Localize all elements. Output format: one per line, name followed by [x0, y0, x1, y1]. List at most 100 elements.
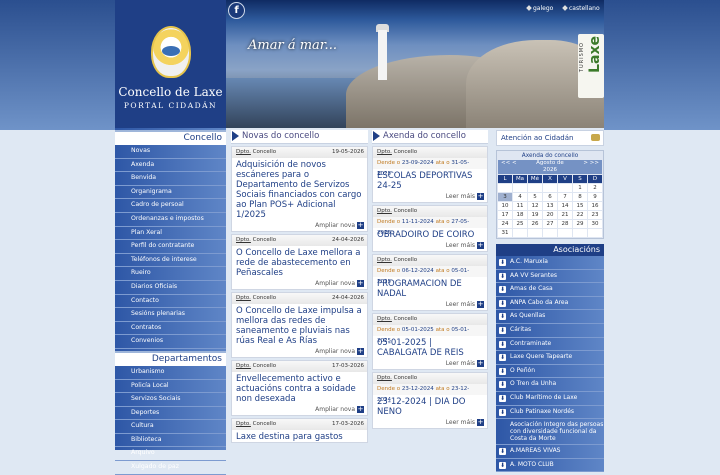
association-link[interactable]: ⬇ As Quenllas [496, 310, 604, 324]
leer-mais-button[interactable]: Leer máis + [373, 417, 487, 428]
news-title-link[interactable]: O Concello de Laxe impulsa a mellora das… [232, 304, 367, 346]
logo[interactable]: Concello de Laxe PORTAL CIDADÁN [115, 0, 226, 128]
nav-item-concello[interactable]: Contacto [115, 295, 226, 309]
nav-item-concello[interactable]: Perfil do contratante [115, 240, 226, 254]
ampliar-nova-button[interactable]: Ampliar nova + [232, 346, 367, 357]
association-link[interactable]: ⬇ Contraminate [496, 338, 604, 352]
facebook-icon[interactable]: f [228, 2, 245, 19]
agenda-date-range: Dende o 23-12-2024 ata o 23-12-2024 [373, 384, 487, 403]
calendar-day[interactable]: 20 [543, 211, 557, 219]
nav-item-concello[interactable]: Cadro de persoal [115, 199, 226, 213]
news-title-link[interactable]: Laxe destina para gastos [232, 430, 367, 442]
calendar-day[interactable]: 30 [588, 220, 602, 228]
association-link[interactable]: ⬇ O Tren da Unha [496, 378, 604, 392]
agenda-date-range: Dende o 05-01-2025 ata o 05-01-2025 [373, 325, 487, 344]
calendar-day[interactable]: 2 [588, 184, 602, 192]
calendar-day[interactable]: 28 [558, 220, 572, 228]
nav-item-concello[interactable]: Organigrama [115, 186, 226, 200]
association-link[interactable]: ⬇ Cáritas [496, 324, 604, 338]
association-link[interactable]: ⬇ O Peñón [496, 365, 604, 379]
calendar-day[interactable]: 27 [543, 220, 557, 228]
lang-castellano-link[interactable]: castellano [562, 5, 600, 12]
calendar-day[interactable]: 17 [498, 211, 512, 219]
nav-item-departamento[interactable]: Xulgado de paz [115, 461, 226, 475]
nav-item-departamento[interactable]: Policía Local [115, 380, 226, 394]
leer-mais-button[interactable]: Leer máis + [373, 299, 487, 310]
nav-item-concello[interactable]: Sesións plenarias [115, 308, 226, 322]
calendar-next-year[interactable]: >> [590, 160, 599, 167]
calendar-day[interactable]: 5 [528, 193, 542, 201]
nav-item-concello[interactable]: Convenios [115, 335, 226, 349]
calendar-day[interactable]: 22 [573, 211, 587, 219]
agenda-title-link[interactable]: PROGRAMACION DE NADAL [373, 277, 487, 299]
association-link[interactable]: ⬇ A.MAREAS VIVAS [496, 445, 604, 459]
calendar-prev-year[interactable]: << [501, 160, 510, 167]
nav-item-departamento[interactable]: Urbanismo [115, 366, 226, 380]
ampliar-nova-button[interactable]: Ampliar nova + [232, 220, 367, 231]
nav-item-departamento[interactable]: Deportes [115, 407, 226, 421]
nav-item-concello[interactable]: Axenda [115, 159, 226, 173]
calendar-day[interactable]: 29 [573, 220, 587, 228]
calendar-day[interactable]: 8 [573, 193, 587, 201]
ampliar-nova-button[interactable]: Ampliar nova + [232, 404, 367, 415]
calendar-day[interactable]: 19 [528, 211, 542, 219]
nav-item-departamento[interactable]: Servizos Sociais [115, 393, 226, 407]
association-link[interactable]: ⬇ Laxe Quere Tapearte [496, 351, 604, 365]
agenda-title-link[interactable]: 23-12-2024 | DIA DO NENO [373, 395, 487, 417]
calendar-day[interactable]: 7 [558, 193, 572, 201]
association-link[interactable]: Asociación Integro das persoas con diver… [496, 419, 604, 446]
calendar-day[interactable]: 1 [573, 184, 587, 192]
calendar-day[interactable]: 9 [588, 193, 602, 201]
calendar: Axenda do concello << < Agosto de 2026 > … [496, 150, 604, 239]
calendar-day[interactable]: 25 [513, 220, 527, 228]
news-title-link[interactable]: Adquisición de novos escáneres para o De… [232, 158, 367, 220]
calendar-day[interactable]: 14 [558, 202, 572, 210]
calendar-day[interactable]: 11 [513, 202, 527, 210]
calendar-day[interactable]: 12 [528, 202, 542, 210]
turismo-laxe-logo[interactable]: TURISMO Laxe [578, 34, 604, 98]
agenda-title-link[interactable]: ESCOLAS DEPORTIVAS 24-25 [373, 169, 487, 191]
nav-item-concello[interactable]: Teléfonos de interese [115, 254, 226, 268]
nav-item-departamento[interactable]: Cultura [115, 420, 226, 434]
nav-item-concello[interactable]: Benvida [115, 172, 226, 186]
nav-item-concello[interactable]: Ordenanzas e impostos [115, 213, 226, 227]
association-link[interactable]: ⬇ Club Marítimo de Laxe [496, 392, 604, 406]
nav-item-concello[interactable]: Rueiro [115, 267, 226, 281]
calendar-day[interactable]: 16 [588, 202, 602, 210]
association-link[interactable]: ⬇ Club Patinaxe Nordés [496, 406, 604, 420]
calendar-next-month[interactable]: > [583, 160, 588, 167]
calendar-day[interactable]: 23 [588, 211, 602, 219]
atencion-cidadan-link[interactable]: Atención ao Cidadán [496, 130, 604, 146]
calendar-day[interactable]: 24 [498, 220, 512, 228]
calendar-prev-month[interactable]: < [512, 160, 517, 167]
calendar-day[interactable]: 26 [528, 220, 542, 228]
nav-item-concello[interactable]: Contratos [115, 322, 226, 336]
calendar-day[interactable]: 4 [513, 193, 527, 201]
nav-item-concello[interactable]: Plan Xeral [115, 227, 226, 241]
calendar-day[interactable]: 6 [543, 193, 557, 201]
association-link[interactable]: ⬇ AA VV Serantes [496, 270, 604, 284]
calendar-day[interactable]: 21 [558, 211, 572, 219]
calendar-day[interactable]: 3 [498, 193, 512, 201]
calendar-day[interactable]: 10 [498, 202, 512, 210]
nav-item-concello[interactable]: Novas [115, 145, 226, 159]
leer-mais-button[interactable]: Leer máis + [373, 191, 487, 202]
agenda-title-link[interactable]: OBRADOIRO DE COIRO [373, 228, 487, 240]
calendar-day[interactable]: 13 [543, 202, 557, 210]
calendar-day[interactable]: 15 [573, 202, 587, 210]
lang-galego-link[interactable]: galego [526, 5, 553, 12]
association-link[interactable]: ⬇ A.C. Maruxía [496, 256, 604, 270]
nav-item-departamento[interactable]: Biblioteca [115, 434, 226, 448]
leer-mais-button[interactable]: Leer máis + [373, 240, 487, 251]
news-title-link[interactable]: Envellecemento activo e actuacións contr… [232, 372, 367, 404]
association-link[interactable]: ⬇ Amas de Casa [496, 283, 604, 297]
association-link[interactable]: ⬇ ANPA Cabo da Area [496, 297, 604, 311]
association-link[interactable]: ⬇ A. MOTO CLUB [496, 459, 604, 473]
agenda-title-link[interactable]: 05-01-2025 | CABALGATA DE REIS [373, 336, 487, 358]
nav-item-concello[interactable]: Diarios Oficiais [115, 281, 226, 295]
calendar-day[interactable]: 31 [498, 229, 512, 237]
calendar-day[interactable]: 18 [513, 211, 527, 219]
leer-mais-button[interactable]: Leer máis + [373, 358, 487, 369]
news-title-link[interactable]: O Concello de Laxe mellora a rede de aba… [232, 246, 367, 278]
ampliar-nova-button[interactable]: Ampliar nova + [232, 278, 367, 289]
